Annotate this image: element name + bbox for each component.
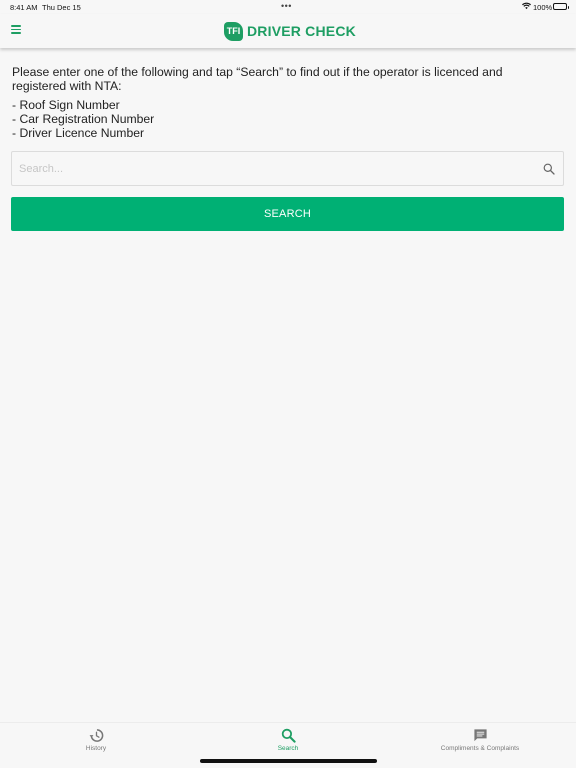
history-icon <box>89 728 104 743</box>
status-bar: 8:41 AM Thu Dec 15 ••• 100% <box>0 0 576 14</box>
app-header: TFI DRIVER CHECK <box>0 14 576 48</box>
home-indicator[interactable] <box>200 759 377 763</box>
wifi-icon <box>522 2 531 12</box>
menu-button[interactable] <box>11 25 21 34</box>
search-icon[interactable] <box>543 162 555 175</box>
chat-icon <box>473 728 488 743</box>
menu-bar-icon <box>11 25 21 27</box>
tab-history-label: History <box>85 745 107 752</box>
tab-history[interactable]: History <box>66 723 126 763</box>
search-icon <box>281 728 296 743</box>
search-field <box>11 151 564 186</box>
menu-bar-icon <box>11 32 21 34</box>
option-car-registration: - Car Registration Number <box>12 112 155 126</box>
tfi-logo-icon: TFI <box>224 21 243 41</box>
search-options-list: - Roof Sign Number - Car Registration Nu… <box>12 98 312 140</box>
status-date: Thu Dec 15 <box>42 3 81 12</box>
menu-bar-icon <box>11 28 21 31</box>
tab-compliments-complaints[interactable]: Compliments & Complaints <box>420 723 540 763</box>
search-input[interactable] <box>19 152 529 185</box>
search-button[interactable]: SEARCH <box>11 197 564 231</box>
option-roof-sign: - Roof Sign Number <box>12 98 120 112</box>
tab-search-label: Search <box>277 745 299 752</box>
battery-icon <box>553 3 569 10</box>
tab-search[interactable]: Search <box>258 723 318 763</box>
multitasking-dots-icon[interactable]: ••• <box>281 1 292 11</box>
intro-text: Please enter one of the following and ta… <box>12 65 503 93</box>
tab-compliments-label: Compliments & Complaints <box>440 745 520 752</box>
option-driver-licence: - Driver Licence Number <box>12 126 145 140</box>
brand: TFI DRIVER CHECK <box>224 20 356 42</box>
status-time: 8:41 AM <box>10 3 38 12</box>
app-title: DRIVER CHECK <box>247 23 356 39</box>
battery-percent: 100% <box>533 3 553 12</box>
